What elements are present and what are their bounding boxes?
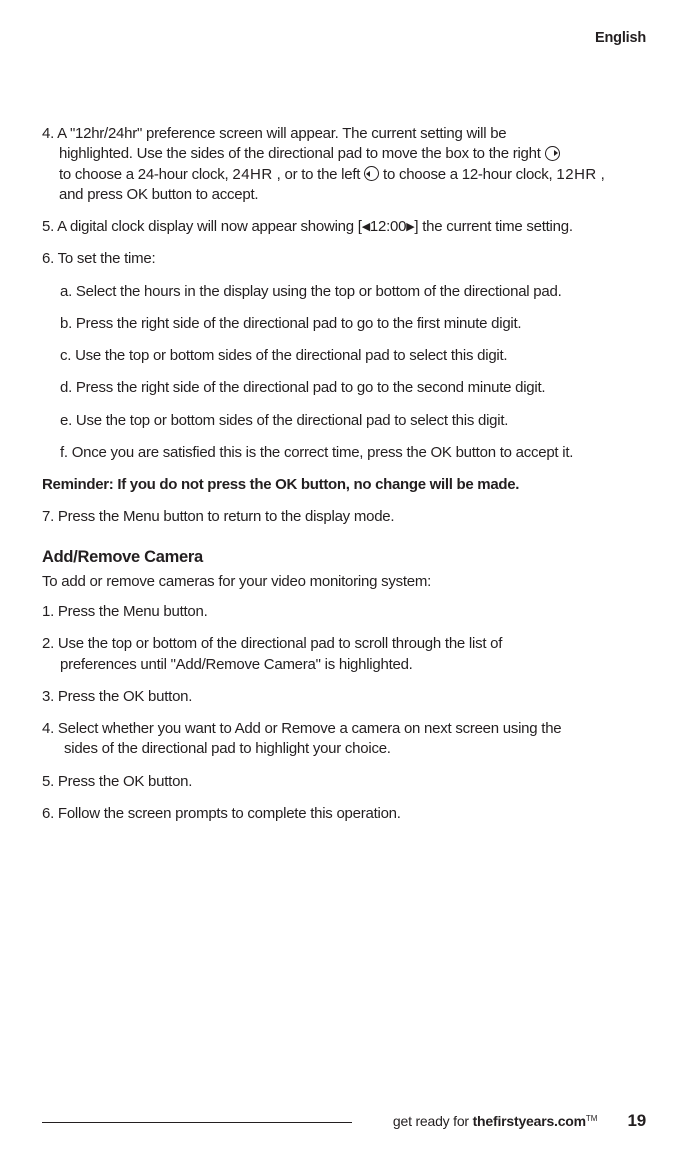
triangle-left-icon	[362, 218, 370, 235]
step-7: 7. Press the Menu button to return to th…	[42, 507, 646, 527]
camera-step-4-line1: 4. Select whether you want to Add or Rem…	[42, 720, 561, 737]
step-6a: a. Select the hours in the display using…	[60, 282, 646, 302]
camera-intro: To add or remove cameras for your video …	[42, 572, 646, 592]
reminder-text: Reminder: If you do not press the OK but…	[42, 475, 646, 495]
language-header: English	[42, 30, 646, 46]
camera-step-3: 3. Press the OK button.	[42, 687, 646, 707]
page-body: 4. A "12hr/24hr" preference screen will …	[42, 124, 646, 824]
step-6b: b. Press the right side of the direction…	[60, 314, 646, 334]
step-5-post: ] the current time setting.	[414, 218, 572, 235]
camera-step-2: 2. Use the top or bottom of the directio…	[42, 634, 646, 675]
footer-tm: TM	[586, 1114, 598, 1123]
step-4-line3-post: to choose a 12-hour clock,	[379, 166, 556, 183]
step-5-pre: 5. A digital clock display will now appe…	[42, 218, 362, 235]
footer-text: get ready for thefirstyears.comTM 19	[393, 1111, 646, 1131]
step-4-line2-pre: highlighted. Use the sides of the direct…	[59, 145, 545, 162]
camera-step-4: 4. Select whether you want to Add or Rem…	[42, 719, 646, 760]
camera-step-1: 1. Press the Menu button.	[42, 602, 646, 622]
step-4-line4: and press OK button to accept.	[59, 185, 646, 205]
step-6e: e. Use the top or bottom sides of the di…	[60, 411, 646, 431]
dpad-right-icon	[545, 146, 560, 161]
dpad-left-icon	[364, 166, 379, 181]
camera-step-2-line2: preferences until "Add/Remove Camera" is…	[60, 655, 646, 675]
camera-step-5: 5. Press the OK button.	[42, 772, 646, 792]
step-6f: f. Once you are satisfied this is the co…	[60, 443, 646, 463]
step-4-line3-mid: , or to the left	[273, 166, 364, 183]
page-number: 19	[627, 1111, 646, 1130]
section-heading-camera: Add/Remove Camera	[42, 546, 646, 568]
step-4-line3-end: ,	[597, 166, 605, 183]
step-6: 6. To set the time:	[42, 249, 646, 269]
footer-tagline-pre: get ready for	[393, 1113, 473, 1129]
footer-tagline-bold: thefirstyears.com	[473, 1113, 586, 1129]
step-4-line1: 4. A "12hr/24hr" preference screen will …	[42, 125, 506, 142]
page-footer: get ready for thefirstyears.comTM 19	[42, 1111, 646, 1133]
step-5: 5. A digital clock display will now appe…	[42, 217, 646, 237]
footer-divider	[42, 1122, 352, 1123]
step-4: 4. A "12hr/24hr" preference screen will …	[42, 124, 646, 205]
step-6d: d. Press the right side of the direction…	[60, 378, 646, 398]
step-5-time: 12:00	[370, 218, 406, 235]
camera-step-2-line1: 2. Use the top or bottom of the directio…	[42, 635, 502, 652]
label-24hr: 24HR	[232, 166, 272, 183]
step-6c: c. Use the top or bottom sides of the di…	[60, 346, 646, 366]
label-12hr: 12HR	[556, 166, 596, 183]
camera-step-6: 6. Follow the screen prompts to complete…	[42, 804, 646, 824]
camera-step-4-line2: sides of the directional pad to highligh…	[64, 739, 646, 759]
step-4-line3-pre: to choose a 24-hour clock,	[59, 166, 232, 183]
